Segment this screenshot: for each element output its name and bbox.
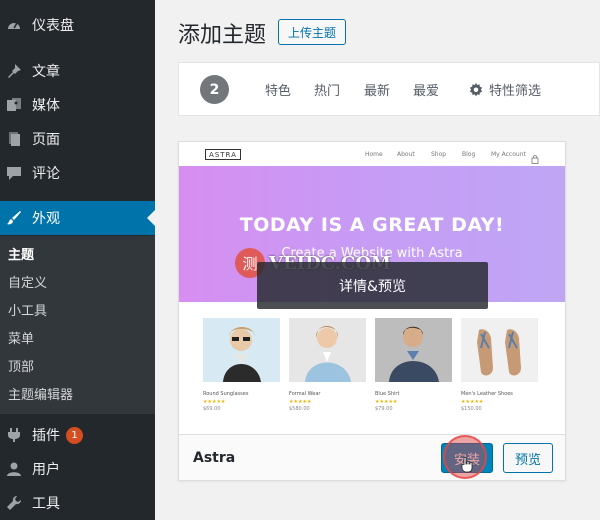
product-name: Men's Leather Shoes — [461, 391, 513, 397]
upload-theme-button[interactable]: 上传主题 — [278, 19, 346, 45]
submenu-customize[interactable]: 自定义 — [8, 274, 47, 294]
product-price: $580.00 — [289, 406, 310, 412]
feature-filter-label: 特性筛选 — [489, 84, 542, 99]
filter-featured[interactable]: 特色 — [265, 80, 291, 99]
theme-screenshot[interactable]: ASTRA Home About Shop Blog My Account TO… — [179, 142, 565, 434]
dashboard-icon — [6, 17, 22, 33]
menu-item-dashboard[interactable]: 仪表盘 — [0, 8, 155, 42]
theme-name: Astra — [193, 450, 236, 466]
submenu-themes[interactable]: 主题 — [8, 246, 34, 266]
preview-nav-link: About — [397, 151, 415, 158]
feature-filter-button[interactable]: 特性筛选 — [469, 80, 541, 99]
preview-nav: ASTRA Home About Shop Blog My Account — [179, 142, 565, 166]
menu-label: 用户 — [32, 462, 60, 478]
product-image-blue-shirt — [375, 318, 452, 382]
filter-popular[interactable]: 热门 — [314, 80, 340, 99]
preview-product: Formal Wear ★★★★★ $580.00 — [289, 318, 366, 412]
menu-label: 页面 — [32, 132, 60, 148]
filter-latest[interactable]: 最新 — [364, 80, 390, 99]
product-image-leather-shoes — [461, 318, 538, 382]
menu-label: 外观 — [32, 211, 60, 227]
product-stars: ★★★★★ — [203, 399, 226, 405]
product-stars: ★★★★★ — [289, 399, 312, 405]
product-price: $79.00 — [375, 406, 393, 412]
product-name: Formal Wear — [289, 391, 321, 397]
page-title: 添加主题 — [178, 23, 267, 48]
preview-button[interactable]: 预览 — [503, 443, 553, 473]
menu-item-plugins[interactable]: 插件 1 — [0, 418, 155, 452]
preview-product: Blue Shirt ★★★★★ $79.00 — [375, 318, 452, 412]
menu-item-comments[interactable]: 评论 — [0, 156, 155, 190]
menu-label: 仪表盘 — [32, 18, 74, 34]
product-name: Blue Shirt — [375, 391, 400, 397]
product-stars: ★★★★★ — [375, 399, 398, 405]
product-price: $69.00 — [203, 406, 221, 412]
preview-product: Men's Leather Shoes ★★★★★ $150.00 — [461, 318, 538, 412]
admin-sidebar: 仪表盘 文章 媒体 页面 评论 外观 主题 自定义 小工具 菜单 顶部 主题编辑… — [0, 0, 155, 520]
product-image-formal-wear — [289, 318, 366, 382]
menu-item-tools[interactable]: 工具 — [0, 486, 155, 520]
user-icon — [6, 461, 22, 477]
preview-nav-link: Blog — [462, 151, 476, 158]
menu-item-media[interactable]: 媒体 — [0, 88, 155, 122]
product-name: Round Sunglasses — [203, 391, 249, 397]
product-price: $150.00 — [461, 406, 482, 412]
gear-icon — [469, 82, 483, 97]
menu-item-pages[interactable]: 页面 — [0, 122, 155, 156]
plugin-update-badge: 1 — [66, 426, 83, 444]
submenu-theme-editor[interactable]: 主题编辑器 — [8, 386, 73, 406]
menu-label: 媒体 — [32, 98, 60, 114]
menu-label: 工具 — [32, 496, 60, 512]
details-preview-button[interactable]: 详情&预览 — [257, 262, 488, 309]
submenu-header[interactable]: 顶部 — [8, 358, 34, 378]
preview-nav-link: My Account — [491, 151, 526, 158]
theme-filter-bar: 2 特色 热门 最新 最爱 特性筛选 — [178, 62, 600, 116]
menu-label: 插件 — [32, 428, 60, 444]
preview-hero-title: TODAY IS A GREAT DAY! — [239, 214, 505, 236]
menu-label: 评论 — [32, 166, 60, 182]
menu-item-appearance[interactable]: 外观 — [0, 201, 155, 235]
product-stars: ★★★★★ — [461, 399, 484, 405]
preview-product: Round Sunglasses ★★★★★ $69.00 — [203, 318, 280, 412]
hand-cursor-icon — [461, 456, 473, 477]
filter-favorites[interactable]: 最爱 — [413, 80, 439, 99]
theme-card-footer: Astra 安装 预览 — [179, 434, 565, 480]
media-icon — [6, 97, 22, 113]
plugin-icon — [6, 427, 22, 443]
preview-nav-link: Shop — [431, 151, 447, 158]
menu-label: 文章 — [32, 64, 60, 80]
wrench-icon — [6, 495, 22, 511]
theme-count-badge: 2 — [200, 75, 229, 104]
brush-icon — [6, 210, 22, 226]
menu-item-users[interactable]: 用户 — [0, 452, 155, 486]
submenu-menus[interactable]: 菜单 — [8, 330, 34, 350]
product-image-sunglasses — [203, 318, 280, 382]
comment-icon — [6, 165, 22, 181]
preview-nav-link: Home — [365, 151, 383, 158]
menu-item-posts[interactable]: 文章 — [0, 54, 155, 88]
page-icon — [6, 131, 22, 147]
submenu-widgets[interactable]: 小工具 — [8, 302, 47, 322]
pin-icon — [6, 63, 22, 79]
appearance-submenu: 主题 自定义 小工具 菜单 顶部 主题编辑器 — [0, 236, 155, 414]
astra-logo: ASTRA — [205, 149, 241, 160]
theme-card-astra[interactable]: ASTRA Home About Shop Blog My Account TO… — [178, 141, 566, 481]
